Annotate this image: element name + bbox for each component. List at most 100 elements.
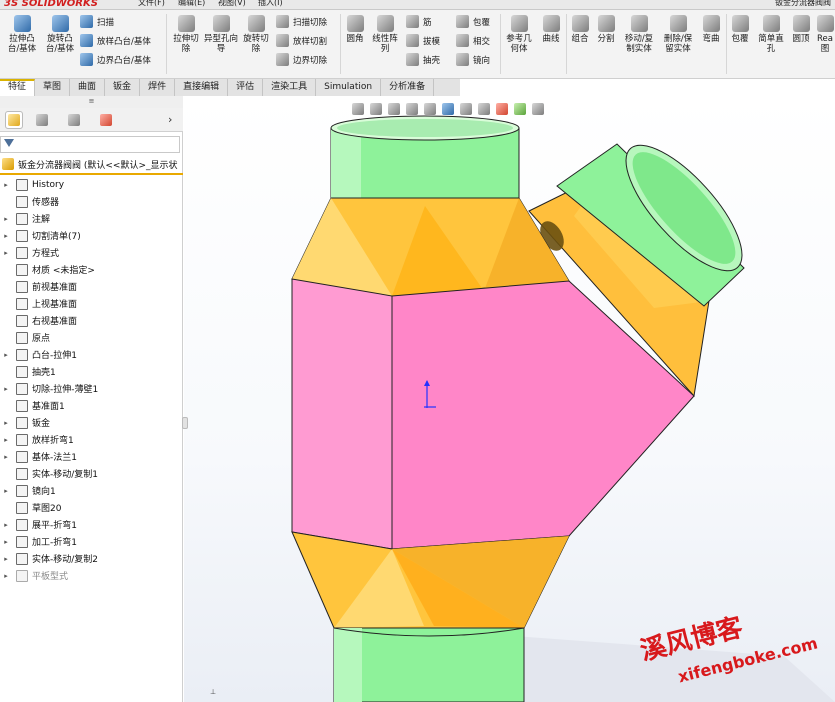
boundary-cut-button[interactable]: 边界切除: [276, 52, 327, 67]
tree-node[interactable]: ▸ 切割清单(7): [0, 227, 183, 244]
tree-node[interactable]: ▸ 钣金: [0, 414, 183, 431]
expand-arrow-icon[interactable]: ▸: [1, 555, 11, 563]
tree-node[interactable]: 传感器: [0, 193, 183, 210]
sweep-button[interactable]: 扫描: [80, 14, 114, 29]
ref-geometry-button[interactable]: 参考几何体: [504, 15, 534, 54]
tree-node[interactable]: 前视基准面: [0, 278, 183, 295]
expand-arrow-icon[interactable]: ▸: [1, 385, 11, 393]
revolve-boss-button[interactable]: 旋转凸台/基体: [42, 15, 78, 54]
extrude-cut-button[interactable]: 拉伸切除: [170, 15, 202, 54]
display-manager-tab[interactable]: [98, 112, 114, 128]
split-button[interactable]: 分割: [594, 15, 618, 44]
mirror-button[interactable]: 镜向: [456, 52, 490, 67]
menu-insert[interactable]: 插入(I): [258, 0, 283, 8]
expand-arrow-icon[interactable]: ▸: [1, 249, 11, 257]
tree-node[interactable]: ▸ 凸台-拉伸1: [0, 346, 183, 363]
expand-arrow-icon[interactable]: ▸: [1, 215, 11, 223]
linear-pattern-button[interactable]: 线性阵列: [370, 15, 400, 54]
hole-wizard-button[interactable]: 异型孔向导: [204, 15, 238, 54]
delete-keep-body-button[interactable]: 删除/保留实体: [660, 15, 696, 54]
tree-node[interactable]: 上视基准面: [0, 295, 183, 312]
apply-scene-icon[interactable]: [514, 103, 526, 115]
rib-button[interactable]: 筋: [406, 14, 432, 29]
panel-grip[interactable]: ≡: [0, 96, 183, 108]
tab-surface[interactable]: 曲面: [70, 79, 106, 96]
tree-node[interactable]: ▸ 加工-折弯1: [0, 533, 183, 550]
tree-node[interactable]: 抽壳1: [0, 363, 183, 380]
loft-button[interactable]: 放样凸台/基体: [80, 33, 151, 48]
expand-arrow-icon[interactable]: ▸: [1, 572, 11, 580]
flex-button[interactable]: 弯曲: [700, 15, 722, 44]
tree-node[interactable]: 基准面1: [0, 397, 183, 414]
tree-node[interactable]: ▸ 镜向1: [0, 482, 183, 499]
chevron-right-icon[interactable]: ›: [168, 113, 172, 126]
expand-arrow-icon[interactable]: ▸: [1, 419, 11, 427]
menu-view[interactable]: 视图(V): [218, 0, 246, 8]
expand-arrow-icon[interactable]: ▸: [1, 181, 11, 189]
combine-button[interactable]: 组合: [568, 15, 592, 44]
tab-render-tools[interactable]: 渲染工具: [263, 79, 317, 96]
tab-analysis-prep[interactable]: 分析准备: [381, 79, 435, 96]
boundary-boss-button[interactable]: 边界凸台/基体: [80, 52, 151, 67]
view-orientation-icon[interactable]: [442, 103, 454, 115]
tab-sketch[interactable]: 草图: [35, 79, 71, 96]
tree-node[interactable]: ▸ History: [0, 176, 183, 193]
tree-root[interactable]: 钣金分流器阀阀 (默认<<默认>_显示状: [0, 156, 183, 172]
panel-collapse-handle[interactable]: [182, 417, 188, 429]
sweep-cut-button[interactable]: 扫描切除: [276, 14, 327, 29]
expand-arrow-icon[interactable]: ▸: [1, 351, 11, 359]
tree-node[interactable]: 实体-移动/复制1: [0, 465, 183, 482]
move-copy-body-button[interactable]: 移动/复制实体: [622, 15, 656, 54]
expand-arrow-icon[interactable]: ▸: [1, 538, 11, 546]
view-settings-icon[interactable]: [532, 103, 544, 115]
rea-button[interactable]: Rea 图: [814, 15, 835, 54]
shell-button[interactable]: 抽壳: [406, 52, 440, 67]
menu-file[interactable]: 文件(F): [138, 0, 165, 8]
previous-view-icon[interactable]: [388, 103, 400, 115]
dynamic-annotation-icon[interactable]: [424, 103, 436, 115]
expand-arrow-icon[interactable]: ▸: [1, 521, 11, 529]
config-manager-tab[interactable]: [66, 112, 82, 128]
tab-sheet-metal[interactable]: 钣金: [105, 79, 141, 96]
loft-cut-button[interactable]: 放样切割: [276, 33, 327, 48]
display-style-icon[interactable]: [460, 103, 472, 115]
dome-button[interactable]: 圆顶: [790, 15, 812, 44]
edit-appearance-icon[interactable]: [496, 103, 508, 115]
intersect-button[interactable]: 相交: [456, 33, 490, 48]
tab-direct-edit[interactable]: 直接编辑: [175, 79, 229, 96]
tree-node[interactable]: 右视基准面: [0, 312, 183, 329]
simple-hole-button[interactable]: 简单直孔: [756, 15, 786, 54]
fillet-button[interactable]: 圆角: [344, 15, 366, 44]
tree-node[interactable]: 草图20: [0, 499, 183, 516]
tab-weldments[interactable]: 焊件: [140, 79, 176, 96]
zoom-area-icon[interactable]: [370, 103, 382, 115]
feature-manager-tab[interactable]: [5, 111, 23, 129]
wrap-button[interactable]: 包覆: [456, 14, 490, 29]
draft-button[interactable]: 拔模: [406, 33, 440, 48]
hide-show-icon[interactable]: [478, 103, 490, 115]
tab-simulation[interactable]: Simulation: [316, 79, 382, 96]
tree-node[interactable]: ▸ 基体-法兰1: [0, 448, 183, 465]
tree-node[interactable]: ▸ 注解: [0, 210, 183, 227]
expand-arrow-icon[interactable]: ▸: [1, 487, 11, 495]
tree-node[interactable]: ▸ 方程式: [0, 244, 183, 261]
expand-arrow-icon[interactable]: ▸: [1, 453, 11, 461]
tree-node[interactable]: ▸ 展平-折弯1: [0, 516, 183, 533]
section-view-icon[interactable]: [406, 103, 418, 115]
zoom-fit-icon[interactable]: [352, 103, 364, 115]
revolve-cut-button[interactable]: 旋转切除: [240, 15, 272, 54]
tab-evaluate[interactable]: 评估: [228, 79, 264, 96]
expand-arrow-icon[interactable]: ▸: [1, 232, 11, 240]
menu-edit[interactable]: 编辑(E): [178, 0, 205, 8]
wrap2-button[interactable]: 包覆: [728, 15, 752, 44]
extrude-boss-button[interactable]: 拉伸凸台/基体: [4, 15, 40, 54]
tree-node[interactable]: ▸ 放样折弯1: [0, 431, 183, 448]
property-manager-tab[interactable]: [34, 112, 50, 128]
solidworks-logo[interactable]: 3S SOLIDWORKS: [4, 0, 98, 9]
expand-arrow-icon[interactable]: ▸: [1, 436, 11, 444]
tree-node[interactable]: ▸ 实体-移动/复制2: [0, 550, 183, 567]
curves-button[interactable]: 曲线: [538, 15, 564, 44]
tree-node[interactable]: 材质 <未指定>: [0, 261, 183, 278]
tree-node[interactable]: ▸ 平板型式: [0, 567, 183, 584]
tab-features[interactable]: 特征: [0, 79, 36, 96]
